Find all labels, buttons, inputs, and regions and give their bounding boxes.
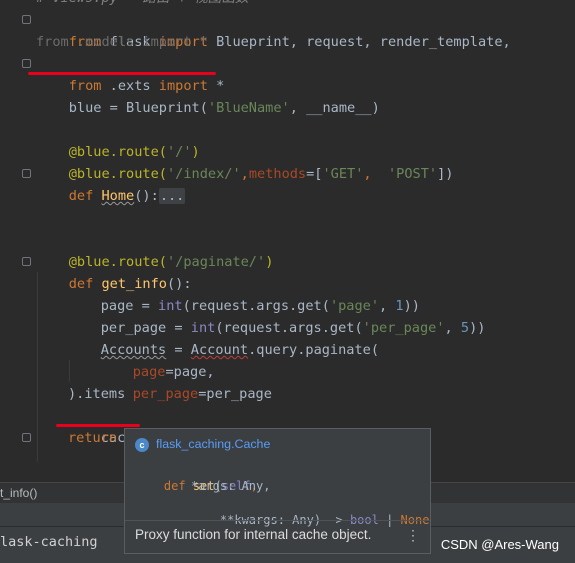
fold-icon[interactable] xyxy=(22,15,31,24)
code-line-import-flask: from flask import Blueprint, request, re… xyxy=(68,34,511,50)
breadcrumb-item[interactable]: t_info() xyxy=(0,486,37,500)
code-line-route-index: @blue.route('/index/',methods=['GET', 'P… xyxy=(68,166,454,182)
popup-header[interactable]: c flask_caching.Cache xyxy=(135,435,270,453)
class-icon: c xyxy=(135,437,149,452)
code-line-route-paginate: @blue.route('/paginate/') xyxy=(68,254,274,270)
code-line-page: page = int(request.args.get('page', 1)) xyxy=(100,298,420,314)
code-line-per-page: per_page = int(request.args.get('per_pag… xyxy=(100,320,486,336)
popup-divider xyxy=(125,520,430,521)
code-line-def-get-info: def get_info(): xyxy=(68,276,192,292)
code-line-import-models: from .models import * xyxy=(36,34,208,50)
code-line-blueprint: blue = Blueprint('BlueName', __name__) xyxy=(68,100,380,116)
code-line-items: ).items xyxy=(68,386,126,402)
code-line-def-home: def Home():... xyxy=(68,188,186,204)
popup-class-link[interactable]: flask_caching.Cache xyxy=(156,437,270,451)
fold-icon[interactable] xyxy=(22,169,31,178)
fold-icon[interactable] xyxy=(22,433,31,442)
fold-icon[interactable] xyxy=(22,257,31,266)
code-line-arg-page: page=page, xyxy=(132,364,215,380)
module-name: lask-caching xyxy=(0,534,98,550)
code-line-return: return xyxy=(68,430,118,446)
code-line-route-root: @blue.route('/') xyxy=(68,144,200,160)
popup-signature-line: *args: Any, xyxy=(191,479,271,493)
watermark: CSDN @Ares-Wang xyxy=(440,537,559,552)
quick-doc-popup[interactable]: c flask_caching.Cache def set(self, *args… xyxy=(124,428,431,554)
folded-code[interactable]: ... xyxy=(158,188,186,204)
more-icon[interactable]: ⋮ xyxy=(406,528,420,542)
code-line-arg-per-page: per_page=per_page xyxy=(132,386,272,402)
fold-icon[interactable] xyxy=(22,59,31,68)
code-line-accounts: Accounts = Account.query.paginate( xyxy=(100,342,380,358)
code-editor[interactable]: # views.py — 路由 + 视图函数 from flask import… xyxy=(0,0,575,482)
code-line-header: # views.py — 路由 + 视图函数 xyxy=(36,0,249,9)
popup-description: Proxy function for internal cache object… xyxy=(135,527,372,542)
